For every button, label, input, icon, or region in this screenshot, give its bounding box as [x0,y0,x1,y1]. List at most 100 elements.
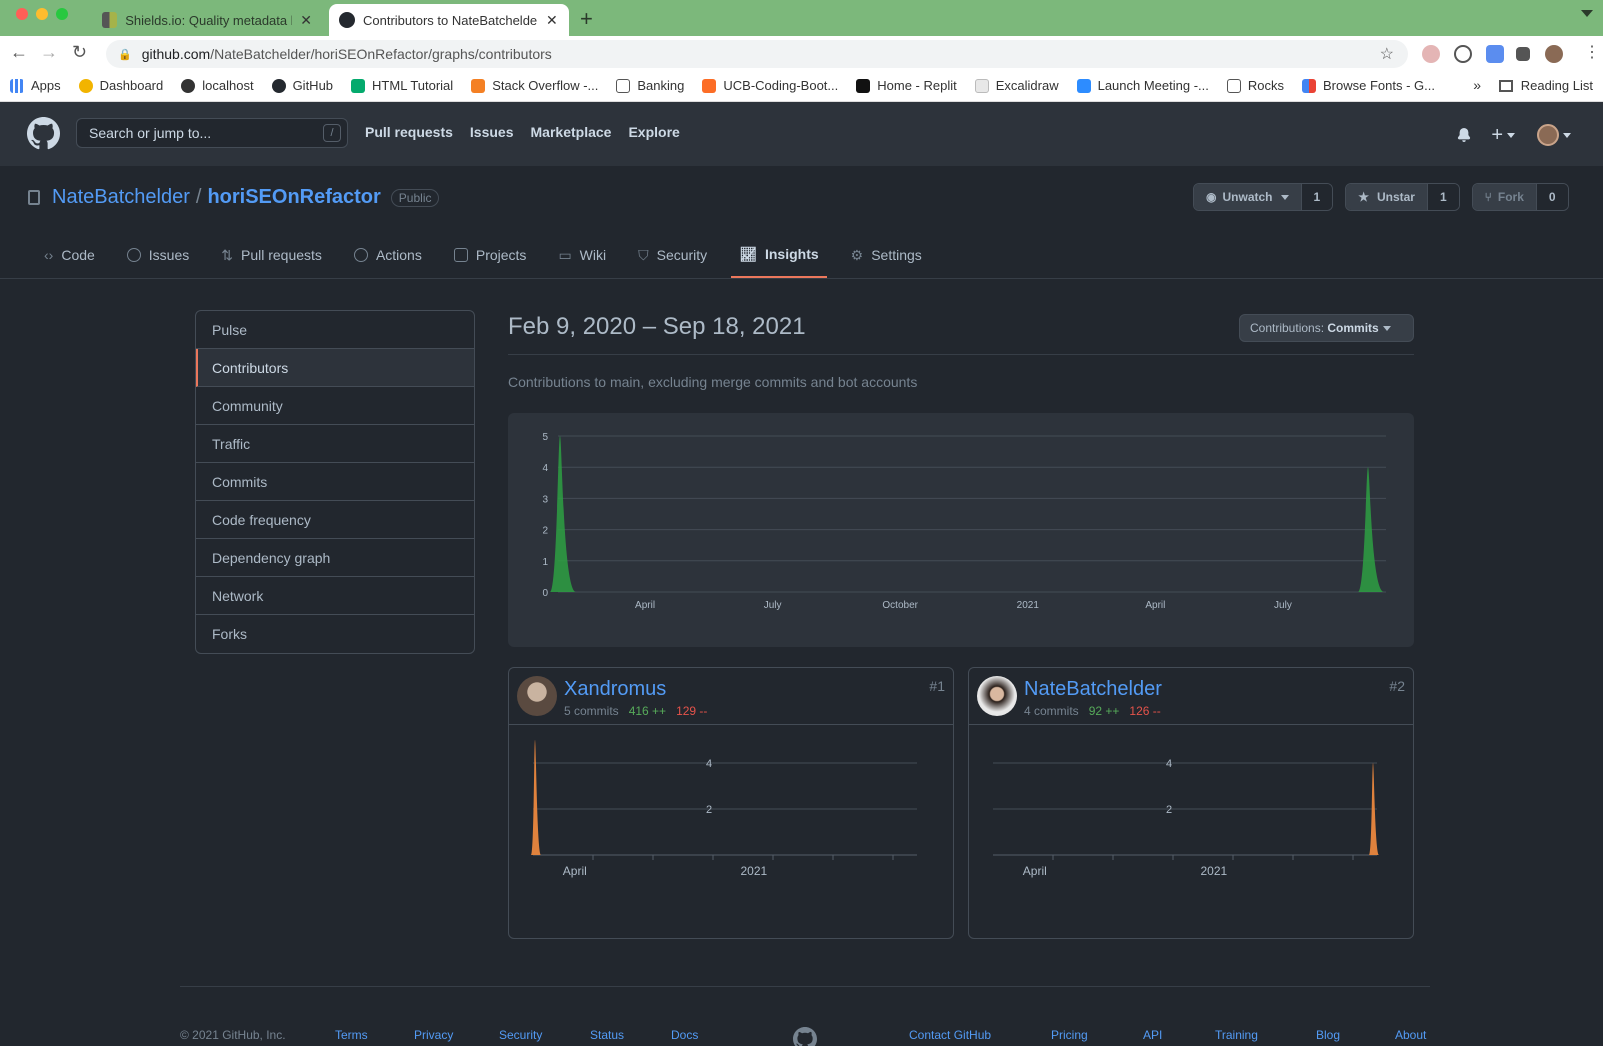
bookmark-html-tutorial[interactable]: HTML Tutorial [351,78,453,93]
menu-item-code-frequency[interactable]: Code frequency [196,501,474,539]
menu-item-forks[interactable]: Forks [196,615,474,653]
footer-link-status[interactable]: Status [590,1028,624,1042]
footer-link-privacy[interactable]: Privacy [414,1028,453,1042]
extension-pen-icon[interactable] [1486,45,1504,63]
browser-tab-shields[interactable]: Shields.io: Quality metadata ba ✕ [92,4,322,36]
watch-count[interactable]: 1 [1300,184,1333,210]
tab-issues[interactable]: Issues [119,232,197,278]
watch-button-group: ◉ Unwatch 1 [1193,183,1334,211]
menu-item-dependency-graph[interactable]: Dependency graph [196,539,474,577]
caret-down-icon [1507,133,1515,139]
menu-item-network[interactable]: Network [196,577,474,615]
menu-item-community[interactable]: Community [196,387,474,425]
bookmark-banking[interactable]: Banking [616,78,684,93]
bookmark-star-icon[interactable]: ☆ [1380,44,1394,64]
repo-owner-link[interactable]: NateBatchelder [52,186,190,209]
window-minimize-button[interactable] [36,8,48,20]
contributor-name[interactable]: Xandromus [564,678,666,701]
window-close-button[interactable] [16,8,28,20]
tab-actions[interactable]: Actions [346,232,430,278]
fork-count[interactable]: 0 [1535,184,1568,210]
tab-security[interactable]: ⛉ Security [630,232,715,278]
footer-link-about[interactable]: About [1395,1028,1426,1042]
menu-item-contributors[interactable]: Contributors [196,349,474,387]
unstar-button[interactable]: ★ Unstar [1346,184,1427,210]
tab-settings[interactable]: ⚙ Settings [843,232,930,278]
avatar[interactable] [977,676,1017,716]
user-avatar-menu[interactable] [1537,124,1559,146]
menu-item-traffic[interactable]: Traffic [196,425,474,463]
window-zoom-button[interactable] [56,8,68,20]
bookmark-launch-meeting[interactable]: Launch Meeting -... [1076,78,1209,93]
y-tick-label: 3 [542,494,548,505]
footer-link-api[interactable]: API [1143,1028,1162,1042]
tab-insights[interactable]: 📈︎ Insights [731,232,827,278]
unwatch-button[interactable]: ◉ Unwatch [1194,184,1301,210]
menu-item-pulse[interactable]: Pulse [196,311,474,349]
x-tick-label: July [1274,600,1292,611]
folder-icon [1226,78,1241,93]
github-logo-icon[interactable] [27,117,60,150]
bookmark-browse-fonts[interactable]: Browse Fonts - G... [1302,78,1435,93]
bookmark-dashboard[interactable]: Dashboard [78,78,163,93]
tab-projects[interactable]: Projects [446,232,535,278]
tab-search-icon[interactable] [1581,10,1593,17]
fork-icon: ⑂ [1484,190,1492,204]
reading-list-button[interactable]: Reading List [1498,78,1593,93]
zoom-icon [1076,78,1091,93]
bookmark-excalidraw[interactable]: Excalidraw [974,78,1059,93]
new-tab-button[interactable]: + [580,6,593,32]
notifications-bell-icon[interactable] [1457,127,1471,143]
footer-link-training[interactable]: Training [1215,1028,1258,1042]
lock-icon: 🔒 [118,48,132,61]
footer-link-terms[interactable]: Terms [335,1028,368,1042]
close-tab-icon[interactable]: ✕ [300,12,312,29]
avatar[interactable] [517,676,557,716]
bookmark-apps[interactable]: Apps [10,78,61,93]
nav-issues[interactable]: Issues [470,124,514,140]
area-peak[interactable] [531,740,541,855]
contributions-type-select[interactable]: Contributions: Commits [1239,314,1414,342]
bookmark-localhost[interactable]: localhost [181,78,254,93]
address-bar[interactable]: 🔒 github.com/NateBatchelder/horiSEOnRefa… [106,40,1408,68]
tab-code[interactable]: ‹› Code [36,232,103,278]
footer-link-contact[interactable]: Contact GitHub [909,1028,991,1042]
bookmark-github[interactable]: GitHub [271,78,333,93]
bookmark-ucb[interactable]: UCB-Coding-Boot... [702,78,838,93]
contributor-chart-svg: 2 4 April 2021 [993,758,1379,878]
nav-pull-requests[interactable]: Pull requests [365,124,453,140]
bookmark-replit[interactable]: Home - Replit [856,78,957,93]
tab-pull-requests[interactable]: ⇅ Pull requests [213,232,330,278]
extension-circle-icon[interactable] [1454,45,1472,63]
commit-count[interactable]: 4 commits [1024,704,1079,718]
reload-icon[interactable]: ↻ [72,42,87,63]
extension-badge-icon[interactable] [1422,45,1440,63]
footer-link-security[interactable]: Security [499,1028,542,1042]
back-arrow-icon[interactable]: ← [10,42,28,63]
fork-button[interactable]: ⑂ Fork [1472,184,1536,210]
github-footer-logo-icon[interactable] [793,1027,817,1046]
bookmark-rocks[interactable]: Rocks [1226,78,1284,93]
footer-link-blog[interactable]: Blog [1316,1028,1340,1042]
forward-arrow-icon[interactable]: → [40,42,58,63]
bookmarks-overflow-button[interactable]: » [1473,77,1481,93]
search-input[interactable]: Search or jump to... / [76,118,348,148]
footer-link-pricing[interactable]: Pricing [1051,1028,1088,1042]
close-tab-icon[interactable]: ✕ [546,12,558,29]
create-new-dropdown[interactable]: + [1491,125,1515,145]
footer-link-docs[interactable]: Docs [671,1028,698,1042]
repo-name-link[interactable]: horiSEOnRefactor [207,186,380,209]
browser-tab-contributors[interactable]: Contributors to NateBatchelde ✕ [329,4,569,36]
area-peak[interactable] [550,436,576,592]
bookmark-stack-overflow[interactable]: Stack Overflow -... [471,78,598,93]
contributor-name[interactable]: NateBatchelder [1024,678,1162,701]
tab-wiki[interactable]: ▭ Wiki [550,232,614,278]
menu-item-commits[interactable]: Commits [196,463,474,501]
commit-count[interactable]: 5 commits [564,704,619,718]
browser-menu-icon[interactable]: ⋮ [1584,42,1600,62]
nav-marketplace[interactable]: Marketplace [531,124,612,140]
star-count[interactable]: 1 [1426,184,1459,210]
extensions-puzzle-icon[interactable] [1516,47,1530,61]
profile-avatar-icon[interactable] [1545,45,1563,63]
nav-explore[interactable]: Explore [628,124,679,140]
